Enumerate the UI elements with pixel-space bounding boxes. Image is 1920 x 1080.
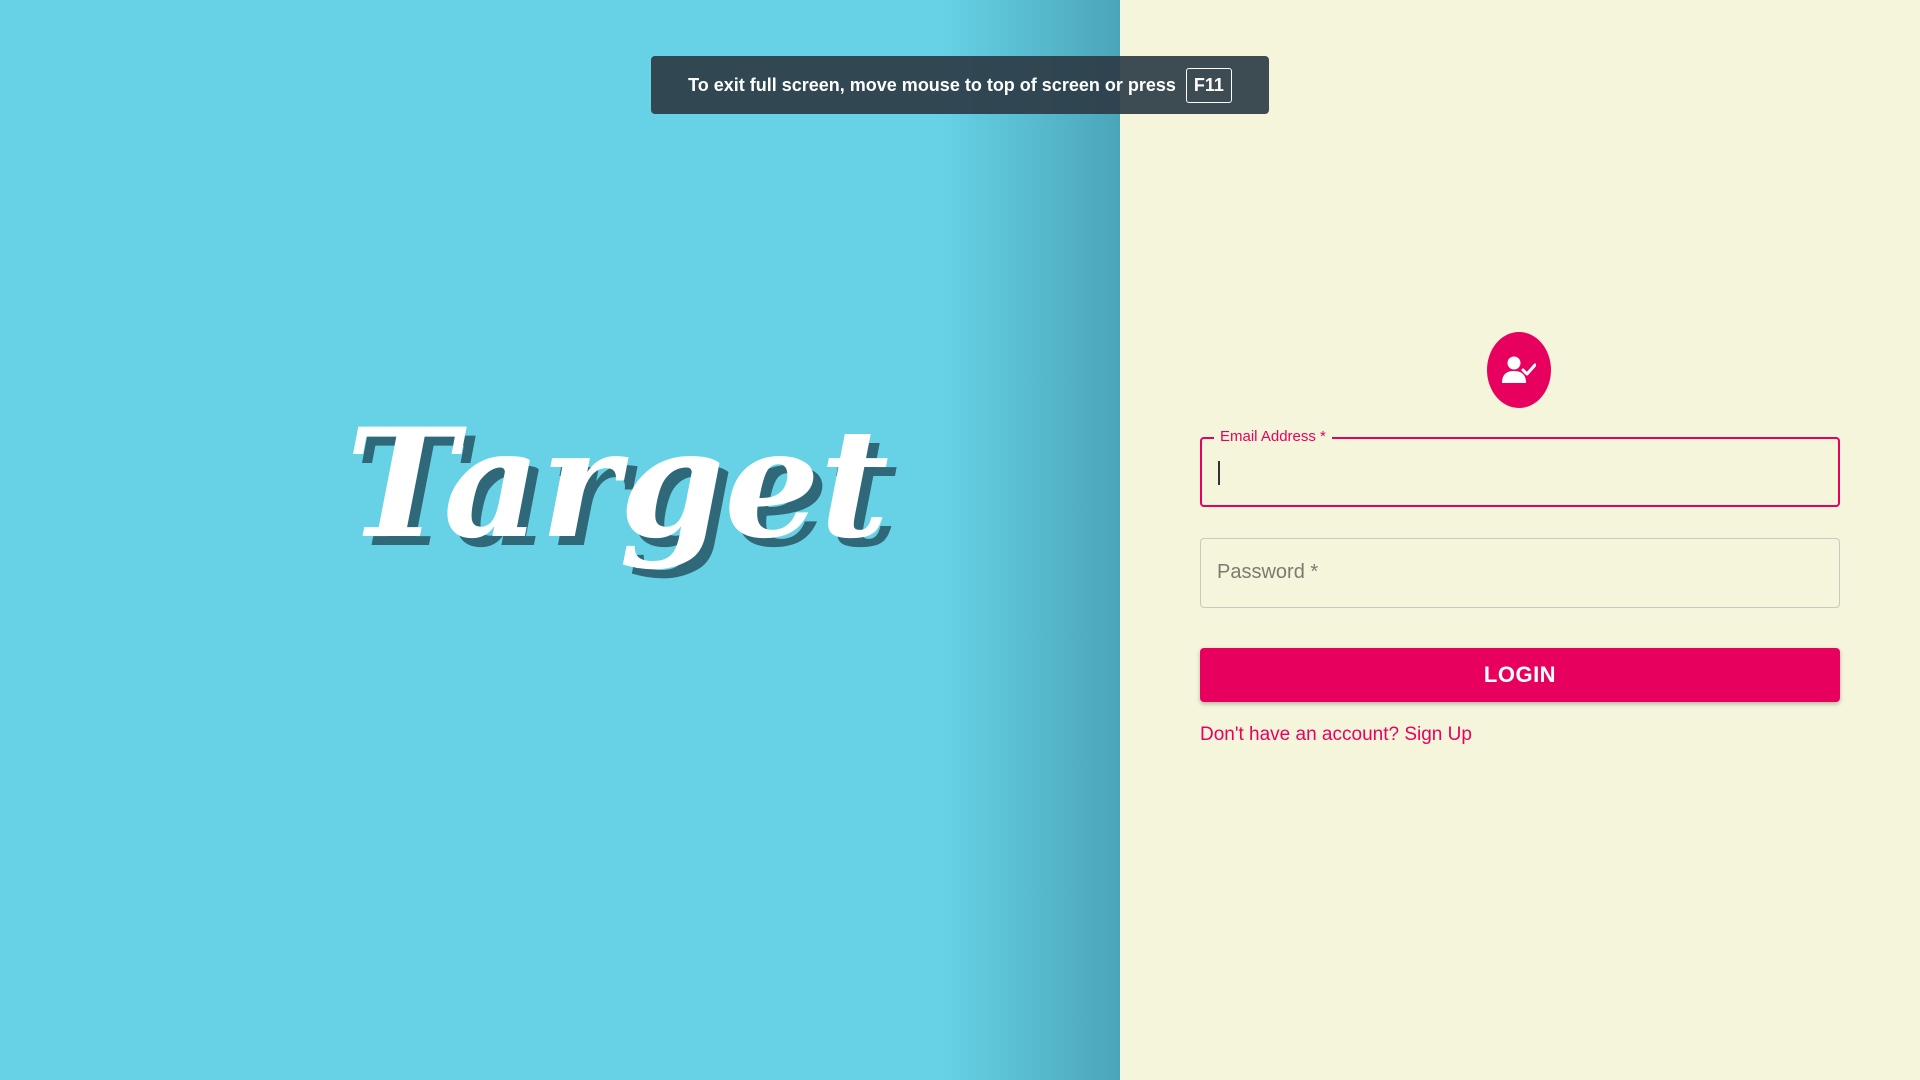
brand-logo-graphic: Target Target <box>346 396 898 581</box>
fullscreen-notice: To exit full screen, move mouse to top o… <box>651 56 1269 114</box>
f11-key-badge: F11 <box>1185 67 1232 103</box>
brand-logo-text: Target <box>346 396 889 572</box>
password-field[interactable]: Password * <box>1200 538 1840 608</box>
fullscreen-notice-text: To exit full screen, move mouse to top o… <box>688 74 1176 95</box>
avatar <box>1487 332 1551 408</box>
text-cursor <box>1218 461 1220 485</box>
password-input[interactable] <box>1201 539 1839 607</box>
email-input[interactable] <box>1202 439 1838 505</box>
signup-link[interactable]: Don't have an account? Sign Up <box>1200 724 1472 746</box>
login-button[interactable]: LOGIN <box>1200 648 1840 702</box>
user-check-icon <box>1502 356 1536 383</box>
email-field[interactable]: Email Address * <box>1200 428 1840 507</box>
brand-logo: Target Target <box>340 370 898 650</box>
login-page: Target Target To exit full screen, move … <box>0 0 1920 1080</box>
brand-panel: Target Target <box>0 0 1120 1080</box>
